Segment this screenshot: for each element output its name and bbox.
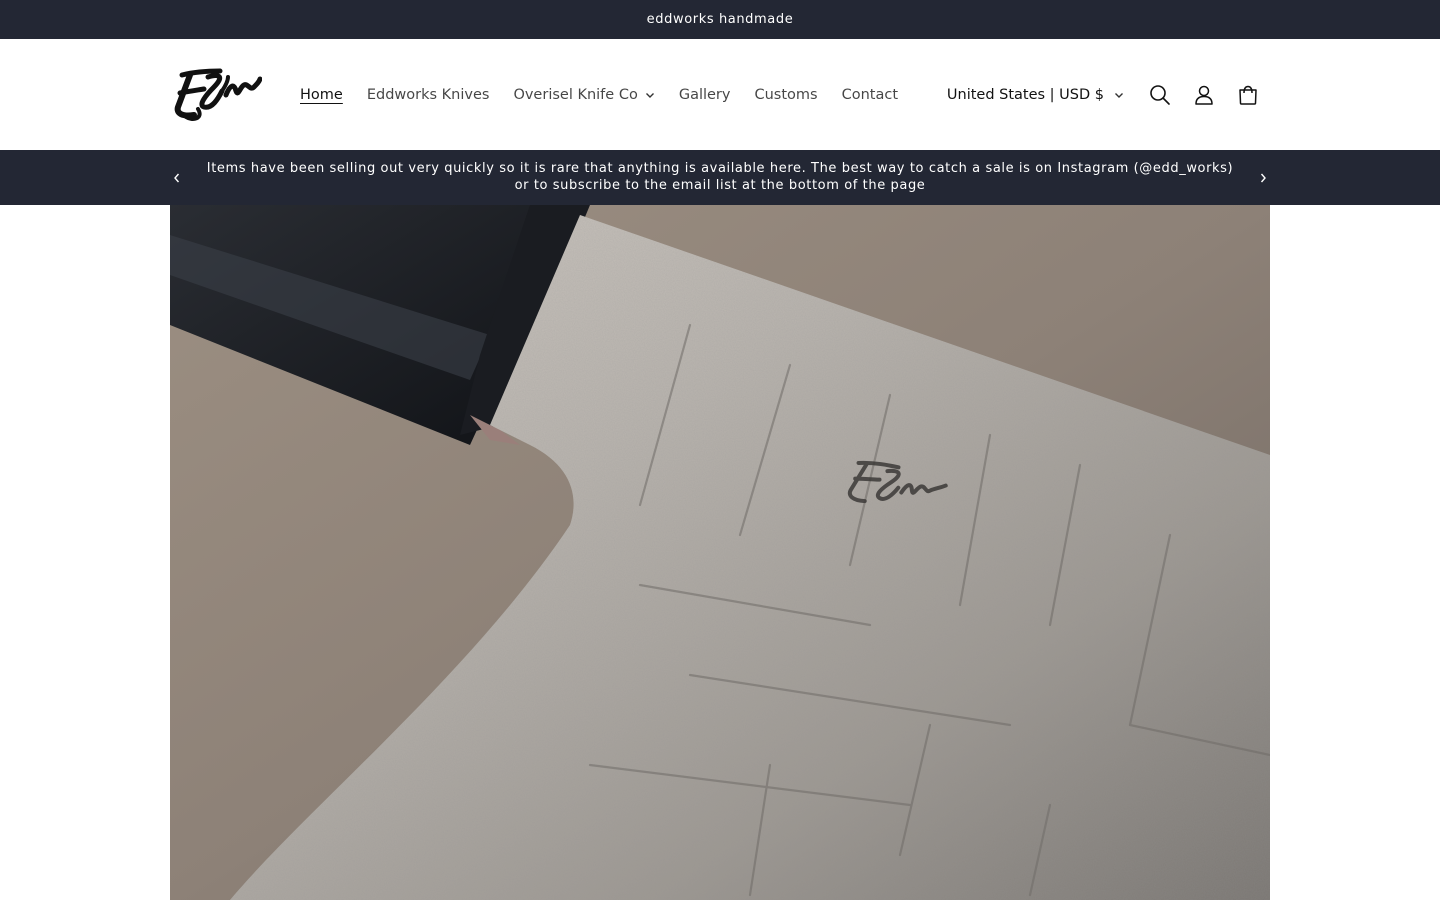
search-button[interactable] — [1138, 73, 1182, 117]
nav-customs[interactable]: Customs — [742, 75, 829, 115]
nav-gallery[interactable]: Gallery — [667, 75, 743, 115]
chevron-down-icon — [645, 92, 654, 98]
nav-customs-label: Customs — [754, 86, 818, 103]
nav-home[interactable]: Home — [288, 75, 355, 115]
nav-eddworks-knives-label: Eddworks Knives — [366, 86, 490, 103]
nav-gallery-label: Gallery — [678, 86, 731, 103]
knife-blade-image — [170, 205, 1270, 900]
announcement-line-1: Items have been selling out very quickly… — [206, 161, 1234, 176]
cart-button[interactable] — [1226, 73, 1270, 117]
nav-overisel-knife-co[interactable]: Overisel Knife Co — [501, 75, 666, 115]
chevron-right-icon — [1260, 173, 1266, 183]
main-navigation: Home Eddworks Knives Overisel Knife Co G… — [288, 39, 910, 150]
announcement-prev-button[interactable] — [163, 164, 191, 192]
hero-image — [170, 205, 1270, 900]
search-icon — [1150, 84, 1170, 105]
top-announcement-bar: eddworks handmade — [0, 0, 1440, 39]
nav-contact-label: Contact — [841, 86, 899, 103]
country-selector[interactable]: United States | USD $ — [947, 87, 1132, 103]
chevron-left-icon — [174, 173, 180, 183]
nav-eddworks-knives[interactable]: Eddworks Knives — [355, 75, 502, 115]
site-header: Home Eddworks Knives Overisel Knife Co G… — [0, 39, 1440, 150]
announcement-message: Items have been selling out very quickly… — [200, 160, 1240, 194]
account-button[interactable] — [1182, 73, 1226, 117]
announcement-slider: Items have been selling out very quickly… — [0, 150, 1440, 205]
cart-icon — [1239, 85, 1257, 105]
nav-contact[interactable]: Contact — [830, 75, 910, 115]
logo-icon — [174, 68, 263, 121]
announcement-next-button[interactable] — [1249, 164, 1277, 192]
eddworks-logo[interactable] — [168, 65, 263, 123]
nav-home-label: Home — [300, 86, 343, 103]
country-selector-label: United States | USD $ — [946, 86, 1104, 103]
account-icon — [1195, 85, 1213, 105]
chevron-down-icon — [1115, 92, 1123, 98]
topbar-text: eddworks handmade — [646, 12, 794, 27]
nav-overisel-label: Overisel Knife Co — [513, 86, 638, 103]
header-tools: United States | USD $ — [947, 39, 1270, 150]
announcement-line-2: or to subscribe to the email list at the… — [514, 178, 926, 193]
